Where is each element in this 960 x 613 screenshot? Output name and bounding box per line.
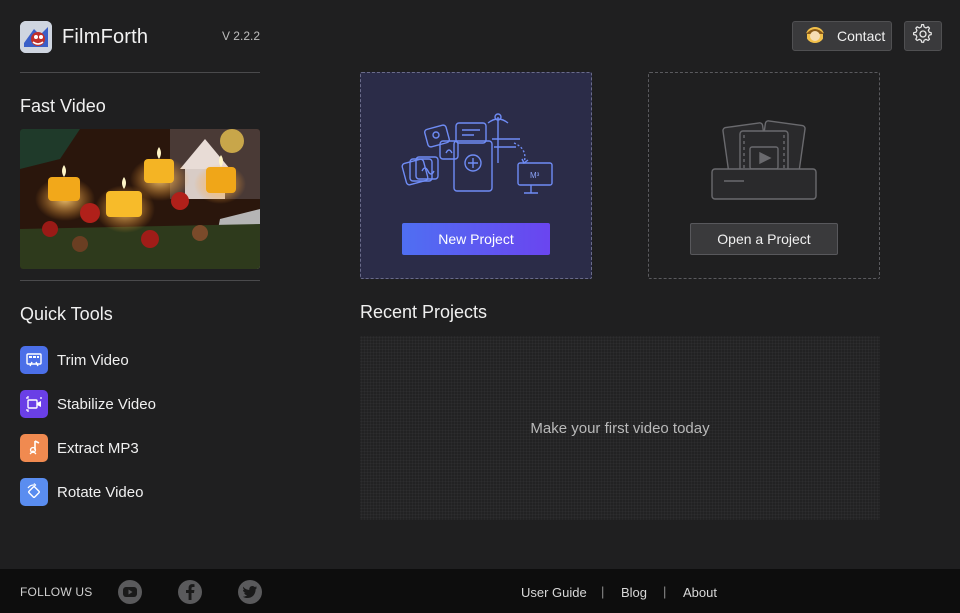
- trim-video-icon: [20, 346, 48, 374]
- quick-tools-title: Quick Tools: [20, 304, 113, 324]
- divider: [20, 280, 260, 281]
- tool-extract-mp3[interactable]: Extract MP3: [20, 433, 260, 463]
- contact-label: Contact: [837, 28, 886, 44]
- footer-separator: |: [601, 584, 605, 599]
- app-name: FilmForth: [62, 25, 149, 48]
- youtube-icon[interactable]: [118, 580, 142, 604]
- tool-stabilize-video[interactable]: Stabilize Video: [20, 389, 260, 419]
- extract-mp3-icon: [20, 434, 48, 462]
- brand: FilmForth V 2.2.2: [20, 20, 260, 54]
- facebook-icon[interactable]: [178, 580, 202, 604]
- filmforth-logo-icon: [20, 21, 52, 53]
- tool-label: Rotate Video: [57, 483, 144, 501]
- blog-link[interactable]: Blog: [621, 585, 647, 600]
- app-version: V 2.2.2: [221, 29, 260, 43]
- recent-projects-title: Recent Projects: [360, 302, 488, 322]
- recent-empty-message: Make your first video today: [530, 419, 710, 437]
- svg-text:M³: M³: [530, 171, 540, 180]
- open-project-button[interactable]: Open a Project: [690, 223, 838, 255]
- open-project-card[interactable]: Open a Project: [648, 72, 880, 279]
- user-guide-link[interactable]: User Guide: [521, 585, 587, 600]
- new-project-illustration: M³: [361, 113, 591, 213]
- follow-us-label: FOLLOW US: [20, 585, 93, 599]
- about-link[interactable]: About: [683, 585, 717, 600]
- new-project-card[interactable]: M³ New Project: [360, 72, 592, 279]
- divider: [20, 72, 260, 73]
- recent-projects-list: Make your first video today: [360, 336, 880, 520]
- fast-video-thumbnail[interactable]: [20, 129, 260, 269]
- footer-separator: |: [663, 584, 667, 599]
- settings-button[interactable]: [904, 21, 942, 51]
- contact-button[interactable]: Contact: [792, 21, 892, 51]
- tool-label: Trim Video: [57, 351, 129, 369]
- rotate-video-icon: [20, 478, 48, 506]
- tool-label: Extract MP3: [57, 439, 139, 457]
- sidebar: FilmForth V 2.2.2 Fast Video Quick Tools…: [20, 0, 260, 569]
- support-avatar-icon: [803, 24, 827, 49]
- footer: FOLLOW US User Guide | Blog | About: [0, 569, 960, 613]
- tool-trim-video[interactable]: Trim Video: [20, 345, 260, 375]
- open-project-illustration: [649, 113, 879, 213]
- tool-rotate-video[interactable]: Rotate Video: [20, 477, 260, 507]
- stabilize-video-icon: [20, 390, 48, 418]
- new-project-button[interactable]: New Project: [402, 223, 550, 255]
- twitter-icon[interactable]: [238, 580, 262, 604]
- tool-label: Stabilize Video: [57, 395, 156, 413]
- fast-video-title: Fast Video: [20, 96, 106, 116]
- gear-icon: [913, 23, 933, 49]
